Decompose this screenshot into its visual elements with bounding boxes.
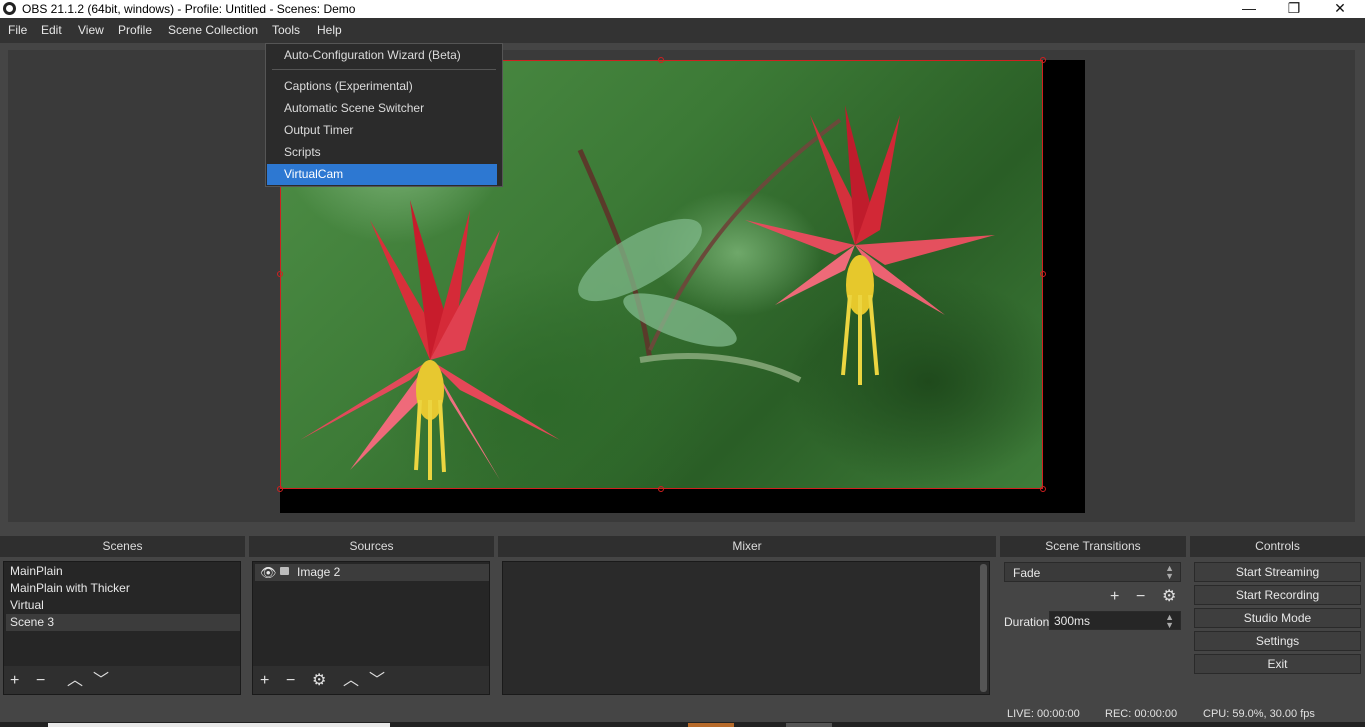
menu-item-auto-config-wizard[interactable]: Auto-Configuration Wizard (Beta) bbox=[267, 45, 497, 66]
menu-item-captions[interactable]: Captions (Experimental) bbox=[267, 76, 497, 97]
taskbar-strip bbox=[0, 722, 1365, 727]
controls-dock-title: Controls bbox=[1190, 536, 1365, 557]
close-button[interactable]: ✕ bbox=[1317, 0, 1363, 18]
resize-handle-left[interactable] bbox=[277, 271, 283, 277]
scene-item[interactable]: Virtual bbox=[6, 597, 240, 614]
lock-icon[interactable] bbox=[280, 567, 289, 575]
menu-separator bbox=[272, 69, 496, 70]
menu-view[interactable]: View bbox=[78, 23, 104, 37]
title-bar: OBS 21.1.2 (64bit, windows) - Profile: U… bbox=[0, 0, 1365, 18]
add-source-button[interactable]: + bbox=[260, 673, 269, 689]
menu-bar: File Edit View Profile Scene Collection … bbox=[0, 18, 1365, 43]
scene-item[interactable]: MainPlain with Thicker bbox=[6, 580, 240, 597]
rec-status: REC: 00:00:00 bbox=[1105, 708, 1178, 720]
move-source-up-button[interactable]: ︿ bbox=[343, 673, 359, 689]
scene-item-selected[interactable]: Scene 3 bbox=[6, 614, 240, 631]
transitions-dock-title: Scene Transitions bbox=[1000, 536, 1186, 557]
remove-scene-button[interactable]: − bbox=[36, 673, 45, 689]
add-transition-button[interactable]: + bbox=[1110, 589, 1119, 605]
menu-profile[interactable]: Profile bbox=[118, 23, 152, 37]
taskbar-item[interactable] bbox=[688, 723, 734, 727]
restore-button[interactable]: ❐ bbox=[1271, 0, 1317, 18]
menu-item-output-timer[interactable]: Output Timer bbox=[267, 120, 497, 141]
transition-select-value: Fade bbox=[1013, 566, 1041, 580]
move-source-down-button[interactable]: ﹀ bbox=[369, 673, 385, 689]
window-title: OBS 21.1.2 (64bit, windows) - Profile: U… bbox=[22, 2, 356, 16]
move-scene-up-button[interactable]: ︿ bbox=[67, 673, 83, 689]
settings-button[interactable]: Settings bbox=[1194, 631, 1361, 651]
spinner-arrows-icon[interactable]: ▲ ▼ bbox=[1165, 613, 1174, 630]
status-bar: LIVE: 00:00:00 REC: 00:00:00 CPU: 59.0%,… bbox=[0, 702, 1365, 724]
scene-item[interactable]: MainPlain bbox=[6, 563, 240, 580]
tools-menu-dropdown: Auto-Configuration Wizard (Beta) Caption… bbox=[265, 43, 503, 187]
studio-mode-button[interactable]: Studio Mode bbox=[1194, 608, 1361, 628]
mixer-panel bbox=[502, 561, 990, 695]
duration-value: 300ms bbox=[1054, 614, 1091, 628]
transition-select[interactable]: Fade ▲ ▼ bbox=[1004, 562, 1181, 582]
source-properties-gear-icon[interactable]: ⚙ bbox=[312, 673, 326, 689]
duration-label: Duration bbox=[1004, 615, 1050, 629]
menu-edit[interactable]: Edit bbox=[41, 23, 62, 37]
menu-file[interactable]: File bbox=[8, 23, 27, 37]
start-streaming-button[interactable]: Start Streaming bbox=[1194, 562, 1361, 582]
transition-properties-gear-icon[interactable]: ⚙ bbox=[1162, 589, 1176, 605]
menu-tools[interactable]: Tools bbox=[272, 23, 300, 37]
taskbar-item[interactable] bbox=[786, 723, 832, 727]
cpu-status: CPU: 59.0%, 30.00 fps bbox=[1203, 708, 1315, 720]
exit-button[interactable]: Exit bbox=[1194, 654, 1361, 674]
resize-handle-bottom-right[interactable] bbox=[1040, 486, 1046, 492]
menu-item-scene-switcher[interactable]: Automatic Scene Switcher bbox=[267, 98, 497, 119]
visibility-eye-icon[interactable]: 👁 bbox=[260, 565, 277, 581]
duration-spinbox[interactable]: 300ms ▲ ▼ bbox=[1049, 611, 1181, 630]
mixer-dock-title: Mixer bbox=[498, 536, 996, 557]
resize-handle-top-right[interactable] bbox=[1040, 57, 1046, 63]
resize-handle-top[interactable] bbox=[658, 57, 664, 63]
move-scene-down-button[interactable]: ﹀ bbox=[93, 673, 109, 689]
obs-logo-icon bbox=[3, 2, 16, 15]
taskbar-item[interactable] bbox=[48, 723, 390, 727]
menu-help[interactable]: Help bbox=[317, 23, 342, 37]
source-item[interactable]: Image 2 bbox=[255, 564, 489, 581]
menu-scene-collection[interactable]: Scene Collection bbox=[168, 23, 258, 37]
mixer-scrollbar[interactable] bbox=[980, 564, 987, 692]
remove-transition-button[interactable]: − bbox=[1136, 589, 1145, 605]
add-scene-button[interactable]: + bbox=[10, 673, 19, 689]
spinner-arrows-icon: ▲ ▼ bbox=[1165, 563, 1174, 581]
menu-item-virtualcam[interactable]: VirtualCam bbox=[267, 164, 497, 185]
start-recording-button[interactable]: Start Recording bbox=[1194, 585, 1361, 605]
live-status: LIVE: 00:00:00 bbox=[1007, 708, 1080, 720]
menu-item-scripts[interactable]: Scripts bbox=[267, 142, 497, 163]
remove-source-button[interactable]: − bbox=[286, 673, 295, 689]
sources-dock-title: Sources bbox=[249, 536, 494, 557]
scenes-dock-title: Scenes bbox=[0, 536, 245, 557]
resize-handle-bottom-left[interactable] bbox=[277, 486, 283, 492]
minimize-button[interactable]: — bbox=[1226, 0, 1272, 18]
resize-handle-right[interactable] bbox=[1040, 271, 1046, 277]
resize-handle-bottom[interactable] bbox=[658, 486, 664, 492]
